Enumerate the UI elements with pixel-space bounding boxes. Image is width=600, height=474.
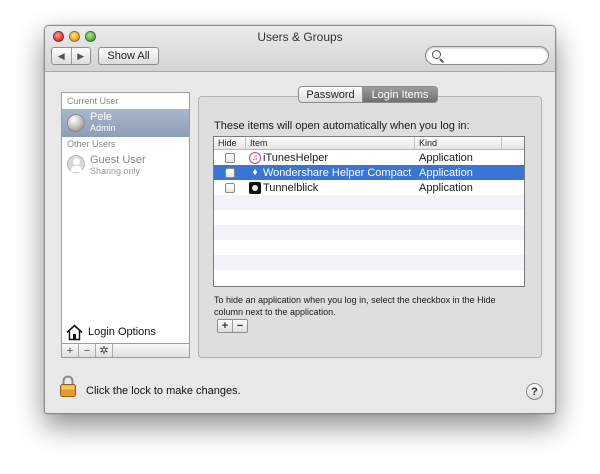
empty-row	[214, 270, 524, 285]
lock-icon[interactable]	[60, 375, 76, 397]
show-all-button[interactable]: Show All	[98, 47, 159, 65]
guest-avatar-icon	[67, 155, 85, 173]
title-bar: Users & Groups ◀ ▶ Show All	[45, 26, 555, 72]
column-hide[interactable]: Hide	[214, 137, 246, 149]
users-sidebar: Current User Pele Admin Other Users Gues…	[61, 92, 190, 358]
remove-user-button[interactable]: −	[79, 344, 96, 357]
search-icon	[432, 50, 441, 59]
sidebar-button-bar: + − ✲	[62, 343, 189, 357]
lock-message: Click the lock to make changes.	[86, 385, 241, 397]
help-button[interactable]: ?	[526, 383, 543, 400]
item-kind: Application	[419, 181, 473, 194]
back-forward-control: ◀ ▶	[51, 47, 91, 65]
tab-password[interactable]: Password	[298, 86, 363, 103]
gear-icon[interactable]: ✲	[96, 344, 113, 357]
table-header: Hide Item Kind	[214, 137, 524, 150]
search-field[interactable]	[425, 46, 549, 65]
hide-checkbox[interactable]	[225, 152, 235, 163]
user-item-pele[interactable]: Pele Admin	[62, 109, 189, 137]
user-role: Admin	[90, 123, 116, 133]
itunes-icon: ♫	[249, 151, 261, 164]
remove-login-item-button[interactable]: −	[232, 320, 247, 332]
column-kind[interactable]: Kind	[415, 137, 502, 149]
login-options-label: Login Options	[88, 326, 156, 338]
forward-button[interactable]: ▶	[70, 48, 91, 64]
empty-row	[214, 225, 524, 240]
add-login-item-button[interactable]: +	[218, 320, 232, 332]
back-arrow-icon: ◀	[57, 50, 65, 61]
item-name: Tunnelblick	[263, 181, 319, 194]
back-button[interactable]: ◀	[52, 48, 71, 64]
tunnelblick-icon	[249, 181, 261, 194]
wondershare-icon: ♦	[252, 167, 258, 178]
item-name: iTunesHelper	[263, 151, 329, 164]
user-item-guest[interactable]: Guest User Sharing only	[62, 150, 189, 178]
tab-bar: Password Login Items	[298, 86, 438, 103]
avatar	[67, 114, 85, 132]
login-items-intro: These items will open automatically when…	[214, 120, 470, 132]
empty-row	[214, 240, 524, 255]
table-row[interactable]: ♫ iTunesHelper Application	[214, 150, 524, 165]
other-users-heading: Other Users	[67, 139, 116, 149]
forward-arrow-icon: ▶	[77, 50, 85, 61]
login-items-table: Hide Item Kind ♫ iTunesHelper Applicatio…	[213, 136, 525, 287]
hide-hint-text: To hide an application when you log in, …	[214, 295, 496, 317]
user-name: Guest User	[90, 154, 146, 166]
user-status: Sharing only	[90, 166, 141, 176]
current-user-heading: Current User	[67, 96, 119, 106]
tab-login-items[interactable]: Login Items	[363, 86, 438, 103]
empty-row	[214, 210, 524, 225]
users-groups-window: Users & Groups ◀ ▶ Show All Current User…	[44, 25, 556, 414]
table-row[interactable]: Tunnelblick Application	[214, 180, 524, 195]
window-title: Users & Groups	[257, 30, 343, 44]
item-kind: Application	[419, 166, 473, 179]
column-item[interactable]: Item	[246, 137, 415, 149]
table-row[interactable]: ♦ Wondershare Helper Compact Application	[214, 165, 524, 180]
add-remove-control: + −	[217, 319, 248, 333]
house-icon	[66, 323, 83, 340]
empty-row	[214, 255, 524, 270]
user-name: Pele	[90, 111, 113, 123]
item-kind: Application	[419, 151, 473, 164]
item-name: Wondershare Helper Compact	[263, 166, 412, 179]
hide-checkbox[interactable]	[225, 182, 235, 193]
hide-checkbox[interactable]	[225, 167, 235, 178]
add-user-button[interactable]: +	[62, 344, 79, 357]
login-options-item[interactable]: Login Options	[66, 322, 156, 342]
empty-row	[214, 195, 524, 210]
